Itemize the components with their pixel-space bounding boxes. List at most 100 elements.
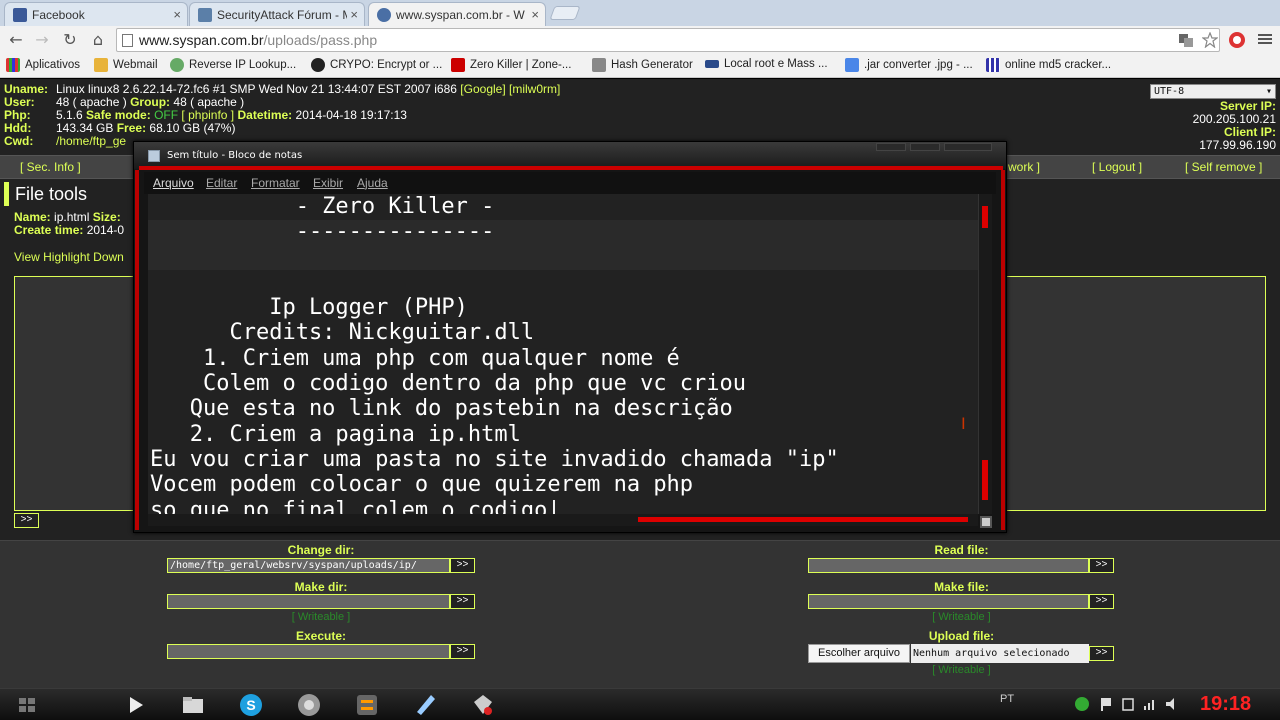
ip-info: Server IP: 200.205.100.21 Client IP: 177… bbox=[1193, 100, 1276, 152]
language-indicator[interactable]: PT bbox=[1000, 693, 1014, 705]
bookmark-label: Reverse IP Lookup... bbox=[189, 59, 297, 71]
google-link[interactable]: [Google] bbox=[460, 82, 505, 96]
chrome-icon[interactable] bbox=[296, 692, 322, 718]
bookmark-item[interactable]: Reverse IP Lookup... bbox=[170, 58, 296, 72]
make-file-input[interactable] bbox=[808, 594, 1089, 609]
make-dir-input[interactable] bbox=[167, 594, 450, 609]
shell-forms: Change dir: /home/ftp_geral/websrv/syspa… bbox=[0, 540, 1280, 688]
upload-status: Nenhum arquivo selecionado bbox=[911, 644, 1089, 663]
file-name: ip.html bbox=[54, 210, 90, 224]
reverse-ip-icon bbox=[170, 58, 184, 72]
scroll-thumb[interactable] bbox=[638, 517, 968, 522]
server-ip-label: Server IP: bbox=[1219, 99, 1276, 113]
bookmark-item[interactable]: Zero Killer | Zone-... bbox=[451, 58, 571, 72]
vertical-scrollbar[interactable] bbox=[978, 194, 992, 514]
svg-text:S: S bbox=[246, 697, 255, 713]
menu-ajuda[interactable]: Ajuda bbox=[357, 176, 388, 190]
sync-status-icon[interactable] bbox=[1074, 696, 1090, 712]
tab-title: SecurityAttack Fórum - Mc bbox=[217, 7, 347, 22]
home-icon[interactable]: ⌂ bbox=[88, 30, 108, 50]
battery-icon[interactable] bbox=[1120, 696, 1136, 712]
bookmark-item[interactable]: .jar converter .jpg - ... bbox=[845, 58, 973, 72]
forward-arrow-icon[interactable]: → bbox=[32, 30, 52, 50]
upload-file-label: Upload file: bbox=[928, 629, 995, 643]
menu-logout[interactable]: [ Logout ] bbox=[1092, 160, 1142, 174]
notepad-icon[interactable] bbox=[412, 692, 438, 718]
tab-syspan[interactable]: www.syspan.com.br - W × bbox=[368, 2, 546, 26]
flag-icon[interactable] bbox=[1098, 696, 1114, 712]
network-tool-icon[interactable] bbox=[470, 692, 496, 718]
close-tab-icon[interactable]: × bbox=[173, 7, 181, 22]
menu-sec-info[interactable]: [ Sec. Info ] bbox=[20, 160, 81, 174]
make-file-go-button[interactable]: >> bbox=[1089, 594, 1114, 609]
create-time-value: 2014-0 bbox=[86, 223, 125, 237]
make-dir-go-button[interactable]: >> bbox=[450, 594, 475, 609]
bookmark-label: .jar converter .jpg - ... bbox=[864, 59, 973, 71]
scroll-thumb[interactable] bbox=[982, 206, 988, 228]
notepad-titlebar[interactable]: Sem título - Bloco de notas bbox=[134, 142, 1006, 169]
change-dir-input[interactable]: /home/ftp_geral/websrv/syspan/uploads/ip… bbox=[167, 558, 450, 573]
bookmark-item[interactable]: CRYPO: Encrypt or ... bbox=[311, 58, 442, 72]
maximize-button[interactable] bbox=[910, 143, 940, 151]
bookmark-item[interactable]: online md5 cracker... bbox=[986, 58, 1111, 72]
forum-favicon-icon bbox=[198, 7, 212, 22]
tab-facebook[interactable]: Facebook × bbox=[4, 2, 188, 26]
window-border-accent bbox=[1001, 170, 1005, 530]
execute-input[interactable] bbox=[167, 644, 450, 659]
read-file-input[interactable] bbox=[808, 558, 1089, 573]
translate-icon[interactable] bbox=[1178, 32, 1194, 48]
bookmark-label: Zero Killer | Zone-... bbox=[470, 59, 572, 71]
windows-start-icon[interactable] bbox=[14, 692, 40, 718]
menu-self-remove[interactable]: [ Self remove ] bbox=[1185, 160, 1262, 174]
bookmark-item[interactable]: Local root e Mass ... bbox=[705, 58, 828, 70]
upload-go-button[interactable]: >> bbox=[1089, 646, 1114, 661]
file-view-links[interactable]: View Highlight Down bbox=[14, 250, 124, 264]
bookmark-item[interactable]: Webmail bbox=[94, 58, 158, 72]
close-tab-icon[interactable]: × bbox=[531, 7, 539, 22]
back-arrow-icon[interactable]: ← bbox=[6, 30, 26, 50]
close-button[interactable] bbox=[944, 143, 992, 151]
notepad-window[interactable]: Sem título - Bloco de notas Arquivo Edit… bbox=[133, 141, 1007, 533]
cwd-value[interactable]: /home/ftp_ge bbox=[56, 134, 126, 148]
choose-file-button[interactable]: Escolher arquivo bbox=[808, 644, 910, 663]
menu-exibir[interactable]: Exibir bbox=[313, 176, 343, 190]
minimize-button[interactable] bbox=[876, 143, 906, 151]
menu-formatar[interactable]: Formatar bbox=[251, 176, 300, 190]
file-go-button[interactable]: >> bbox=[14, 513, 39, 528]
bookmark-item[interactable]: Aplicativos bbox=[6, 58, 80, 72]
menu-arquivo[interactable]: Arquivo bbox=[153, 176, 194, 190]
change-dir-go-button[interactable]: >> bbox=[450, 558, 475, 573]
close-tab-icon[interactable]: × bbox=[350, 7, 358, 22]
signal-strength-icon[interactable] bbox=[1142, 696, 1158, 712]
bookmark-item[interactable]: Hash Generator bbox=[592, 58, 693, 72]
new-tab-button[interactable] bbox=[549, 6, 581, 20]
bookmark-star-icon[interactable] bbox=[1202, 32, 1218, 48]
resize-grip[interactable] bbox=[980, 516, 992, 528]
taskbar: S PT 19:18 bbox=[0, 688, 1280, 720]
address-bar[interactable]: www.syspan.com.br/uploads/pass.php bbox=[116, 28, 1220, 52]
hash-icon bbox=[592, 58, 606, 72]
menu-network[interactable]: work ] bbox=[1008, 160, 1040, 174]
phpinfo-link[interactable]: [ phpinfo ] bbox=[181, 108, 234, 122]
skype-icon[interactable]: S bbox=[238, 692, 264, 718]
chrome-menu-icon[interactable] bbox=[1258, 32, 1272, 46]
execute-go-button[interactable]: >> bbox=[450, 644, 475, 659]
media-player-icon[interactable] bbox=[122, 692, 148, 718]
read-file-go-button[interactable]: >> bbox=[1089, 558, 1114, 573]
milw0rm-link[interactable]: [milw0rm] bbox=[509, 82, 560, 96]
tab-securityattack[interactable]: SecurityAttack Fórum - Mc × bbox=[189, 2, 365, 26]
encoding-select[interactable]: UTF-8 ▾ bbox=[1150, 84, 1276, 99]
reload-icon[interactable]: ↻ bbox=[60, 30, 80, 50]
bookmarks-bar: Aplicativos Webmail Reverse IP Lookup...… bbox=[0, 54, 1280, 78]
extension-icon[interactable] bbox=[1228, 31, 1246, 49]
volume-icon[interactable] bbox=[1164, 696, 1180, 712]
taskbar-clock[interactable]: 19:18 bbox=[1200, 693, 1251, 716]
notepad-text-area[interactable]: - Zero Killer - --------------- Ip Logge… bbox=[148, 194, 978, 514]
sublime-text-icon[interactable] bbox=[354, 692, 380, 718]
browser-tab-strip: Facebook × SecurityAttack Fórum - Mc × w… bbox=[0, 0, 1280, 26]
menu-editar[interactable]: Editar bbox=[206, 176, 237, 190]
scroll-thumb[interactable] bbox=[982, 460, 988, 500]
execute-label: Execute: bbox=[295, 629, 347, 643]
file-explorer-icon[interactable] bbox=[180, 692, 206, 718]
horizontal-scrollbar[interactable] bbox=[148, 514, 978, 526]
